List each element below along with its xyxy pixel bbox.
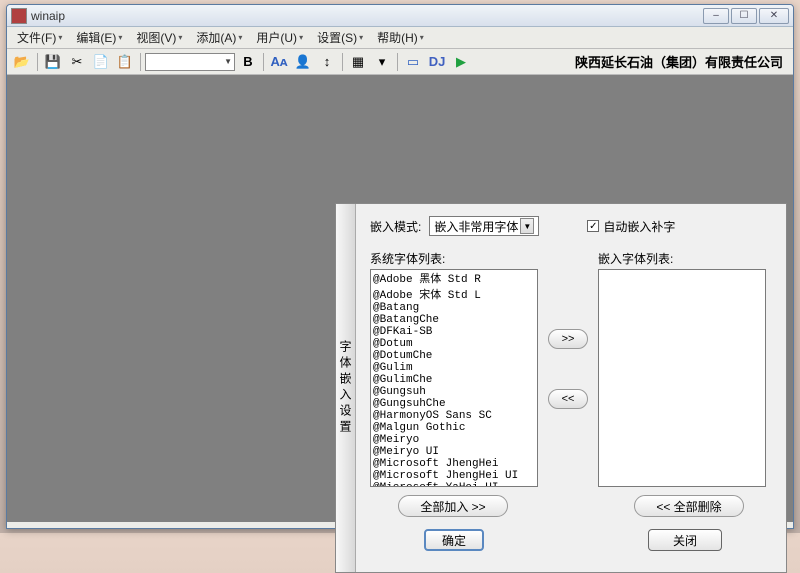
menu-edit[interactable]: 编辑(E)▾ <box>70 27 128 48</box>
separator <box>140 53 141 71</box>
add-font-button[interactable]: >> <box>548 329 588 349</box>
font-combo[interactable]: ▼ <box>145 53 235 71</box>
toolbar: 📂 💾 ✂ 📄 📋 ▼ B Aᴀ 👤 ↕ ▦ ▾ ▭ DJ ▶ 陕西延长石油（集… <box>7 49 793 75</box>
embed-mode-combo[interactable]: 嵌入非常用字体 ▼ <box>429 216 539 236</box>
page-icon[interactable]: ▭ <box>402 52 424 72</box>
maximize-button[interactable]: ☐ <box>731 8 757 24</box>
run-icon[interactable]: ▶ <box>450 52 472 72</box>
list-item[interactable]: @Microsoft YaHei UI <box>371 482 537 487</box>
menu-settings[interactable]: 设置(S)▾ <box>311 27 369 48</box>
list-item[interactable]: @Adobe 黑体 Std R <box>371 270 537 286</box>
list-item[interactable]: @Meiryo <box>371 434 537 446</box>
menu-user[interactable]: 用户(U)▾ <box>250 27 309 48</box>
canvas-area: 字体嵌入设置 嵌入模式: 嵌入非常用字体 ▼ ✓ 自动嵌入补字 系统字体列表: <box>7 75 793 522</box>
copy-icon[interactable]: 📄 <box>90 52 112 72</box>
font-embed-dialog: 字体嵌入设置 嵌入模式: 嵌入非常用字体 ▼ ✓ 自动嵌入补字 系统字体列表: <box>335 203 787 573</box>
list-item[interactable]: @HarmonyOS Sans SC <box>371 410 537 422</box>
list-item[interactable]: @Malgun Gothic <box>371 422 537 434</box>
menubar: 文件(F)▾ 编辑(E)▾ 视图(V)▾ 添加(A)▾ 用户(U)▾ 设置(S)… <box>7 27 793 49</box>
open-icon[interactable]: 📂 <box>11 52 33 72</box>
separator <box>342 53 343 71</box>
chevron-down-icon: ▼ <box>520 218 534 234</box>
embed-fonts-listbox[interactable] <box>598 269 766 487</box>
list-item[interactable]: @Gungsuh <box>371 386 537 398</box>
dialog-body: 嵌入模式: 嵌入非常用字体 ▼ ✓ 自动嵌入补字 系统字体列表: @Adobe … <box>356 204 786 572</box>
font-size-icon[interactable]: Aᴀ <box>268 52 290 72</box>
list-item[interactable]: @Batang <box>371 302 537 314</box>
window-title: winaip <box>31 9 703 23</box>
paste-icon[interactable]: 📋 <box>114 52 136 72</box>
cut-icon[interactable]: ✂ <box>66 52 88 72</box>
list-item[interactable]: @BatangChe <box>371 314 537 326</box>
close-dialog-button[interactable]: 关闭 <box>648 529 722 551</box>
color-grid-icon[interactable]: ▦ <box>347 52 369 72</box>
company-label: 陕西延长石油（集团）有限责任公司 <box>575 52 789 71</box>
system-fonts-listbox[interactable]: @Adobe 黑体 Std R@Adobe 宋体 Std L@Batang@Ba… <box>370 269 538 487</box>
app-icon <box>11 8 27 24</box>
window-controls: – ☐ ✕ <box>703 8 789 24</box>
chevron-down-icon[interactable]: ▾ <box>371 52 393 72</box>
titlebar: winaip – ☐ ✕ <box>7 5 793 27</box>
main-window: winaip – ☐ ✕ 文件(F)▾ 编辑(E)▾ 视图(V)▾ 添加(A)▾… <box>6 4 794 529</box>
menu-view[interactable]: 视图(V)▾ <box>130 27 188 48</box>
minimize-button[interactable]: – <box>703 8 729 24</box>
list-item[interactable]: @Meiryo UI <box>371 446 537 458</box>
list-item[interactable]: @Microsoft JhengHei <box>371 458 537 470</box>
embed-fonts-label: 嵌入字体列表: <box>598 250 766 267</box>
separator <box>397 53 398 71</box>
remove-font-button[interactable]: << <box>548 389 588 409</box>
close-button[interactable]: ✕ <box>759 8 789 24</box>
add-all-button[interactable]: 全部加入 >> <box>398 495 508 517</box>
system-fonts-label: 系统字体列表: <box>370 250 538 267</box>
list-item[interactable]: @Adobe 宋体 Std L <box>371 286 537 302</box>
list-item[interactable]: @DFKai-SB <box>371 326 537 338</box>
menu-help[interactable]: 帮助(H)▾ <box>371 27 430 48</box>
list-item[interactable]: @GulimChe <box>371 374 537 386</box>
separator <box>263 53 264 71</box>
auto-embed-label: 自动嵌入补字 <box>603 218 675 235</box>
checkbox-icon: ✓ <box>587 220 599 232</box>
list-item[interactable]: @Gulim <box>371 362 537 374</box>
remove-all-button[interactable]: << 全部删除 <box>634 495 744 517</box>
user-icon[interactable]: 👤 <box>292 52 314 72</box>
bold-icon[interactable]: B <box>237 52 259 72</box>
menu-add[interactable]: 添加(A)▾ <box>190 27 248 48</box>
ok-button[interactable]: 确定 <box>424 529 484 551</box>
save-icon[interactable]: 💾 <box>42 52 64 72</box>
auto-embed-checkbox[interactable]: ✓ 自动嵌入补字 <box>587 218 675 235</box>
dialog-tab-title[interactable]: 字体嵌入设置 <box>336 204 356 572</box>
embed-mode-value: 嵌入非常用字体 <box>434 218 518 235</box>
dj-icon[interactable]: DJ <box>426 52 448 72</box>
menu-file[interactable]: 文件(F)▾ <box>11 27 68 48</box>
separator <box>37 53 38 71</box>
list-item[interactable]: @GungsuhChe <box>371 398 537 410</box>
list-item[interactable]: @DotumChe <box>371 350 537 362</box>
arrow-icon[interactable]: ↕ <box>316 52 338 72</box>
list-item[interactable]: @Dotum <box>371 338 537 350</box>
list-item[interactable]: @Microsoft JhengHei UI <box>371 470 537 482</box>
embed-mode-label: 嵌入模式: <box>370 218 421 235</box>
